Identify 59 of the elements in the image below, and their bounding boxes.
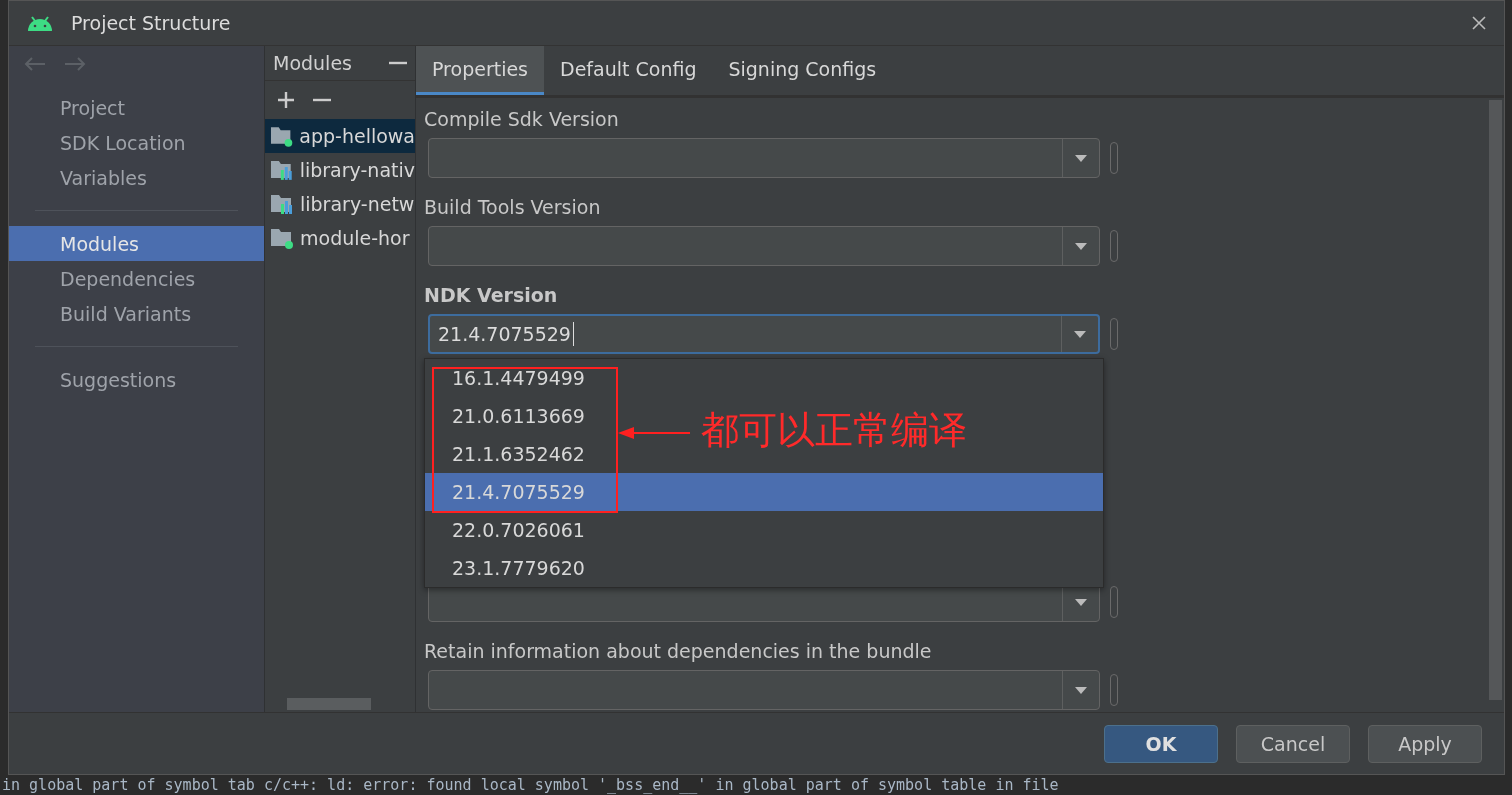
dropdown-option[interactable]: 22.0.7026061 [425,511,595,549]
sidebar-item[interactable]: Modules [9,226,264,261]
sidebar-item[interactable]: Suggestions [9,362,264,397]
tab[interactable]: Properties [416,46,545,95]
module-name: library-nativ [299,159,415,181]
sidebar-item[interactable]: Build Variants [9,296,264,331]
combo-box[interactable] [428,226,1100,266]
combo-box[interactable]: 21.4.7075529 [428,314,1100,354]
console-line: in global part of symbol tab c/c++: ld: error: found local symbol '_bss_end__' in global part of symbol table in file [1,775,1060,795]
combo-box[interactable] [428,138,1100,178]
collapse-icon[interactable] [389,61,407,65]
sidebar-item[interactable]: Dependencies [9,261,264,296]
dropdown-arrow-icon [1075,154,1087,162]
sidebar-item[interactable]: Project [9,90,264,125]
module-item[interactable]: app-hellowa [265,119,415,153]
remove-icon[interactable] [313,98,331,102]
field-label: NDK Version [424,284,559,306]
library-folder-icon [270,159,294,181]
module-item[interactable]: library-netw [265,187,415,221]
module-name: module-hor [300,227,410,249]
field-label: Compile Sdk Version [424,108,620,130]
window-title: Project Structure [71,12,232,34]
dropdown-option[interactable]: 21.0.6113669 [425,397,595,435]
close-icon[interactable] [1472,16,1486,30]
dropdown-option[interactable]: 21.4.7075529 [425,473,1103,511]
field-label: Build Tools Version [424,196,602,218]
ok-button[interactable]: OK [1104,724,1218,763]
panel-title: Modules [273,52,352,74]
dropdown-arrow-icon [1074,330,1086,338]
module-folder-icon [270,227,294,249]
dialog-button[interactable]: Cancel [1236,724,1350,763]
module-name: app-hellowa [299,125,415,147]
annotation-text: 都可以正常编译 [701,407,967,454]
sidebar-item[interactable]: SDK Location [9,125,264,160]
scrollbar-thumb[interactable] [1489,100,1502,700]
module-item[interactable]: module-hor [265,221,415,255]
dialog-button[interactable]: Apply [1368,724,1482,763]
module-folder-icon [270,125,294,147]
combo-value: 21.4.7075529 [438,323,571,345]
android-logo-icon [27,15,53,31]
add-icon[interactable] [277,91,295,109]
field-label: Retain information about dependencies in the bundle [424,640,933,662]
combo-box[interactable] [428,670,1100,710]
dropdown-option[interactable]: 16.1.4479499 [425,359,595,397]
dropdown-arrow-icon [1075,598,1087,606]
dropdown-arrow-icon [1075,686,1087,694]
dropdown-option[interactable]: 23.1.7779620 [425,549,595,587]
sidebar-item[interactable]: Variables [9,160,264,195]
back-arrow-icon[interactable] [23,56,47,72]
dropdown-option[interactable]: 21.1.6352462 [425,435,595,473]
annotation-arrow [618,427,690,439]
module-item[interactable]: library-nativ [265,153,415,187]
module-name: library-netw [300,193,415,215]
forward-arrow-icon[interactable] [63,56,87,72]
scrollbar-thumb[interactable] [287,698,371,710]
library-folder-icon [270,193,294,215]
dropdown-arrow-icon [1075,242,1087,250]
tab[interactable]: Signing Configs [712,46,893,95]
tab[interactable]: Default Config [544,46,713,95]
